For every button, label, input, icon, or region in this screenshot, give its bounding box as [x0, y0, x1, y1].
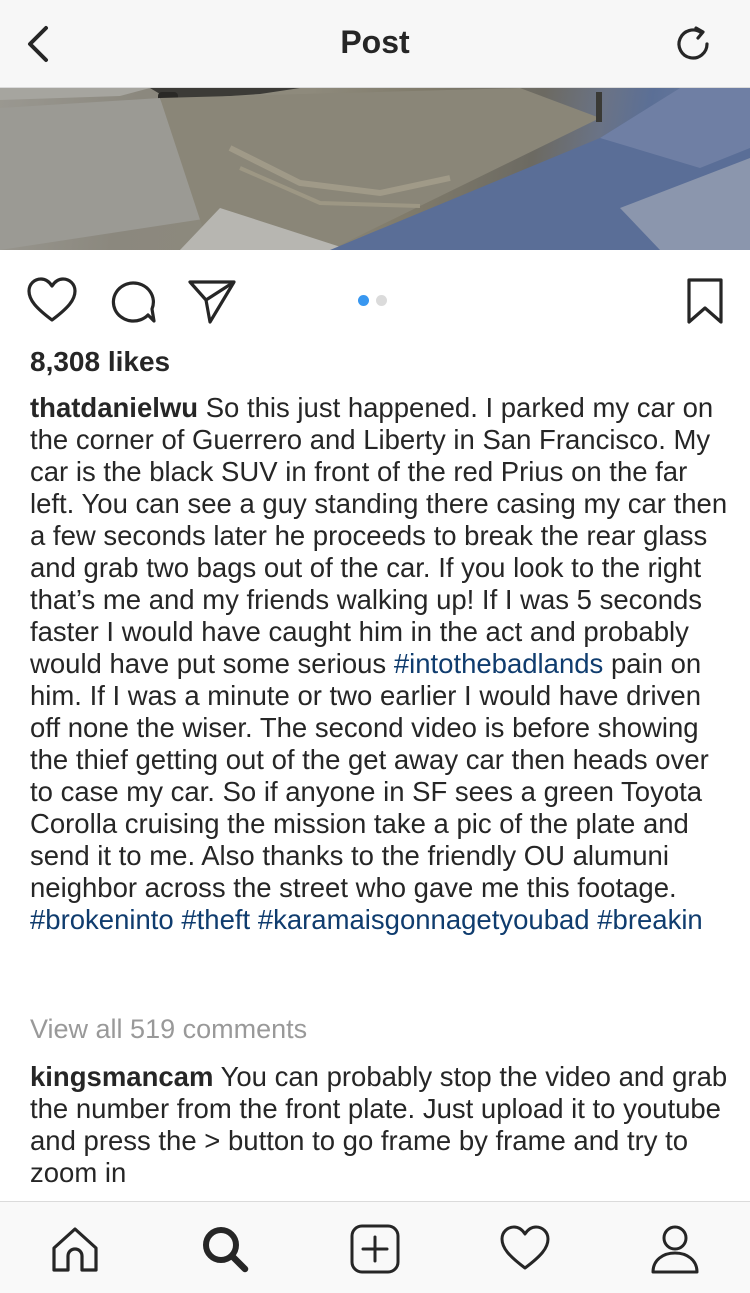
- carousel-dot-active: [358, 295, 369, 306]
- refresh-button[interactable]: [674, 22, 716, 66]
- post-caption: thatdanielwu So this just happened. I pa…: [30, 392, 730, 936]
- profile-icon[interactable]: [648, 1222, 702, 1276]
- activity-heart-icon[interactable]: [498, 1222, 552, 1276]
- bookmark-icon[interactable]: [680, 276, 732, 326]
- page-title: Post: [340, 24, 410, 60]
- hashtag-link[interactable]: #theft: [181, 904, 250, 935]
- comment-bubble-icon[interactable]: [107, 276, 159, 326]
- carousel-dot: [376, 295, 387, 306]
- comment-username[interactable]: kingsmancam: [30, 1061, 213, 1092]
- hashtag-link[interactable]: #intothebadlands: [394, 648, 604, 679]
- comment-item: kingsmancam You can probably stop the vi…: [30, 1061, 730, 1189]
- hashtag-link[interactable]: #breakin: [597, 904, 703, 935]
- add-post-icon[interactable]: [348, 1222, 402, 1276]
- view-all-comments-link[interactable]: View all 519 comments: [30, 1014, 307, 1045]
- caption-username[interactable]: thatdanielwu: [30, 392, 198, 423]
- caption-text: So this just happened. I parked my car o…: [30, 392, 728, 679]
- hashtag-link[interactable]: #karamaisgonnagetyoubad: [258, 904, 590, 935]
- like-count[interactable]: 8,308 likes: [30, 346, 170, 378]
- video-frame: [0, 88, 750, 250]
- hashtag-link[interactable]: #brokeninto: [30, 904, 174, 935]
- refresh-icon: [677, 26, 709, 60]
- like-heart-icon[interactable]: [26, 276, 78, 326]
- caption-text: pain on him. If I was a minute or two ea…: [30, 648, 709, 903]
- post-media[interactable]: [0, 88, 750, 250]
- home-icon[interactable]: [48, 1222, 102, 1276]
- search-icon[interactable]: [198, 1222, 252, 1276]
- top-nav-bar: Post: [0, 0, 750, 88]
- carousel-indicator: [358, 293, 394, 311]
- share-send-icon[interactable]: [186, 276, 238, 326]
- bottom-tab-bar: [0, 1201, 750, 1293]
